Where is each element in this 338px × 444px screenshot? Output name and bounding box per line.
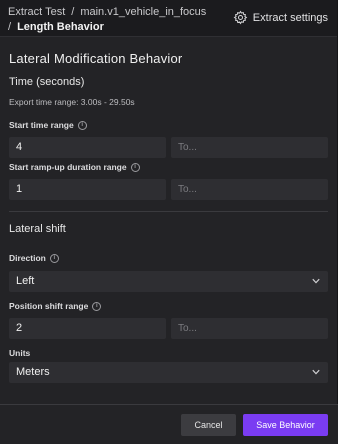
- direction-select-value: Left: [16, 275, 35, 287]
- start-time-from-input[interactable]: 4: [9, 137, 166, 158]
- position-shift-range-label: Position shift range i: [9, 301, 102, 311]
- start-time-to-input[interactable]: To...: [171, 137, 328, 158]
- info-icon[interactable]: i: [130, 162, 140, 172]
- info-icon[interactable]: i: [92, 301, 102, 311]
- info-icon[interactable]: i: [49, 253, 59, 263]
- direction-select[interactable]: Left: [9, 271, 328, 292]
- page-title: Lateral Modification Behavior: [9, 51, 183, 66]
- cancel-button[interactable]: Cancel: [181, 414, 236, 436]
- units-label-text: Units: [9, 348, 31, 358]
- time-section-heading: Time (seconds): [9, 76, 85, 88]
- save-behavior-button[interactable]: Save Behavior: [243, 414, 328, 436]
- position-shift-from-input[interactable]: 2: [9, 318, 166, 339]
- start-time-range-label-text: Start time range: [9, 120, 74, 130]
- behavior-panel: Extract Test / main.v1_vehicle_in_focus …: [0, 0, 338, 444]
- lateral-shift-heading: Lateral shift: [9, 223, 66, 235]
- direction-label-text: Direction: [9, 253, 46, 263]
- info-icon[interactable]: i: [77, 120, 87, 130]
- units-select[interactable]: Meters: [9, 362, 328, 383]
- breadcrumb-vehicle[interactable]: main.v1_vehicle_in_focus: [80, 5, 206, 19]
- breadcrumb-length-behavior: Length Behavior: [17, 21, 104, 33]
- ramp-up-duration-label-text: Start ramp-up duration range: [9, 162, 127, 172]
- panel-footer: Cancel Save Behavior: [0, 404, 338, 444]
- extract-settings-label: Extract settings: [252, 11, 328, 24]
- chevron-down-icon: [312, 278, 320, 284]
- section-divider: [9, 211, 328, 212]
- units-label: Units: [9, 348, 30, 358]
- ramp-up-from-input[interactable]: 1: [9, 179, 166, 200]
- chevron-down-icon: [312, 369, 320, 375]
- gear-icon: [233, 10, 248, 25]
- position-shift-to-input[interactable]: To...: [171, 318, 328, 339]
- breadcrumb-separator: /: [8, 21, 12, 33]
- export-time-range: Export time range: 3.00s - 29.50s: [9, 97, 135, 107]
- breadcrumb-separator: /: [71, 6, 75, 18]
- breadcrumb: Extract Test / main.v1_vehicle_in_focus …: [8, 5, 206, 34]
- units-select-value: Meters: [16, 366, 50, 378]
- position-shift-range-label-text: Position shift range: [9, 301, 89, 311]
- ramp-up-to-input[interactable]: To...: [171, 179, 328, 200]
- direction-label: Direction i: [9, 253, 59, 263]
- ramp-up-duration-label: Start ramp-up duration range i: [9, 162, 140, 172]
- extract-settings-button[interactable]: Extract settings: [233, 10, 328, 25]
- breadcrumb-extract-test[interactable]: Extract Test: [8, 5, 65, 19]
- panel-header: Extract Test / main.v1_vehicle_in_focus …: [0, 0, 337, 37]
- start-time-range-label: Start time range i: [9, 120, 87, 130]
